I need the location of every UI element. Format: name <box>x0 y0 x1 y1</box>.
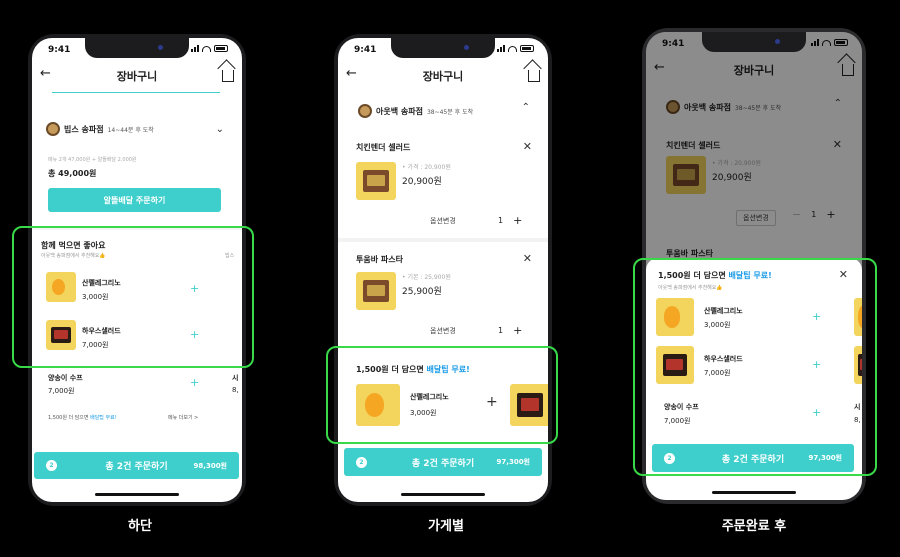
page-title: 장바구니 <box>116 70 158 83</box>
option-change-button[interactable]: 옵션변경 <box>430 326 456 336</box>
home-icon[interactable] <box>222 66 234 82</box>
page-title: 장바구니 <box>422 70 464 83</box>
chevron-up-icon[interactable]: ⌃ <box>522 102 530 113</box>
store-header[interactable]: 아웃백 송파점 38~45분 후 도착 <box>358 104 473 118</box>
caption-bottom: 하단 <box>128 519 152 534</box>
delivery-tip-line: 1,500원 더 담으면 배달팁 무료! <box>48 414 117 421</box>
status-time: 9:41 <box>48 45 71 55</box>
alddeul-order-button[interactable]: 알뜰배달 주문하기 <box>48 188 221 212</box>
add-rec-item-button[interactable]: + <box>190 376 199 389</box>
order-all-amount: 98,300원 <box>193 461 227 470</box>
signal-icon <box>497 45 505 52</box>
rec-clipped-price: 8, <box>232 386 239 394</box>
order-all-button[interactable]: 2 총 2건 주문하기 97,300원 <box>344 448 542 476</box>
home-indicator <box>401 493 485 496</box>
quantity-stepper[interactable]: 1 + <box>498 214 522 227</box>
status-time: 9:41 <box>354 45 377 55</box>
option-change-button[interactable]: 옵션변경 <box>430 216 456 226</box>
cart-item-thumb <box>356 162 396 200</box>
wifi-icon <box>202 45 211 52</box>
cart-item-price-label: • 가격 : 20,900원 <box>402 164 451 171</box>
alddeul-order-label: 알뜰배달 주문하기 <box>103 195 166 205</box>
caption-after: 주문완료 후 <box>721 519 787 534</box>
store-header[interactable]: 빕스 송파점 14~44분 후 도착 <box>46 122 154 136</box>
store-eta: 38~45분 후 도착 <box>426 108 474 116</box>
cart-item-name: 치킨텐더 셀러드 <box>356 143 411 152</box>
order-all-label: 총 2건 주문하기 <box>105 462 168 472</box>
rec-item-name: 양송이 수프 <box>48 374 83 382</box>
battery-icon <box>520 45 534 52</box>
caption-store: 가게별 <box>428 519 464 534</box>
highlight-frame-store <box>326 346 558 444</box>
cart-item-name: 투움바 파스타 <box>356 255 403 264</box>
cart-item-price: 20,900원 <box>402 177 442 187</box>
store-eta: 14~44분 후 도착 <box>107 126 154 134</box>
order-total: 총 49,000원 <box>48 169 97 178</box>
store-name: 아웃백 송파점 <box>376 106 423 116</box>
cart-item-price: 25,900원 <box>402 287 442 297</box>
remove-item-icon[interactable]: ✕ <box>523 140 532 153</box>
highlight-frame-bottom <box>12 226 254 368</box>
delivery-tip-text: 1,500원 더 담으면 <box>48 415 89 421</box>
more-menu-link[interactable]: 메뉴 더보기 > <box>168 414 198 421</box>
store-logo <box>358 104 372 118</box>
qty-plus-button[interactable]: + <box>513 324 522 337</box>
order-all-amount: 97,300원 <box>496 458 530 466</box>
header: ← 장바구니 <box>32 60 242 90</box>
rec-item-price: 7,000원 <box>48 387 75 395</box>
battery-icon <box>214 45 228 52</box>
notch <box>85 38 189 58</box>
cart-count-badge: 2 <box>356 456 367 468</box>
qty-value: 1 <box>498 216 504 225</box>
order-summary: 메뉴 2개 47,000원 + 알뜰배달 2,000원 <box>48 157 137 163</box>
home-icon[interactable] <box>528 66 540 82</box>
quantity-stepper[interactable]: 1 + <box>498 324 522 337</box>
cart-item-thumb <box>356 272 396 310</box>
order-all-button[interactable]: 2 총 2건 주문하기 98,300원 <box>34 452 239 479</box>
header: ← 장바구니 <box>338 60 548 90</box>
chevron-down-icon[interactable]: ⌄ <box>216 124 224 135</box>
header-underline <box>52 92 220 93</box>
cart-item-price-label: • 기본 : 25,900원 <box>402 274 451 281</box>
wifi-icon <box>508 45 517 52</box>
highlight-frame-after <box>633 258 877 476</box>
home-indicator <box>712 491 796 494</box>
cart-count-badge: 2 <box>46 460 57 471</box>
section-divider <box>338 238 548 242</box>
home-indicator <box>95 493 179 496</box>
signal-icon <box>191 45 199 52</box>
rec-clipped-name: 시 <box>232 374 239 382</box>
qty-plus-button[interactable]: + <box>513 214 522 227</box>
store-logo <box>46 122 60 136</box>
notch <box>702 32 806 52</box>
qty-value: 1 <box>498 326 504 335</box>
order-all-label: 총 2건 주문하기 <box>411 458 475 469</box>
store-name: 빕스 송파점 <box>64 124 104 134</box>
notch <box>391 38 495 58</box>
remove-item-icon[interactable]: ✕ <box>523 252 532 265</box>
delivery-tip-highlight: 배달팁 무료! <box>90 415 117 421</box>
